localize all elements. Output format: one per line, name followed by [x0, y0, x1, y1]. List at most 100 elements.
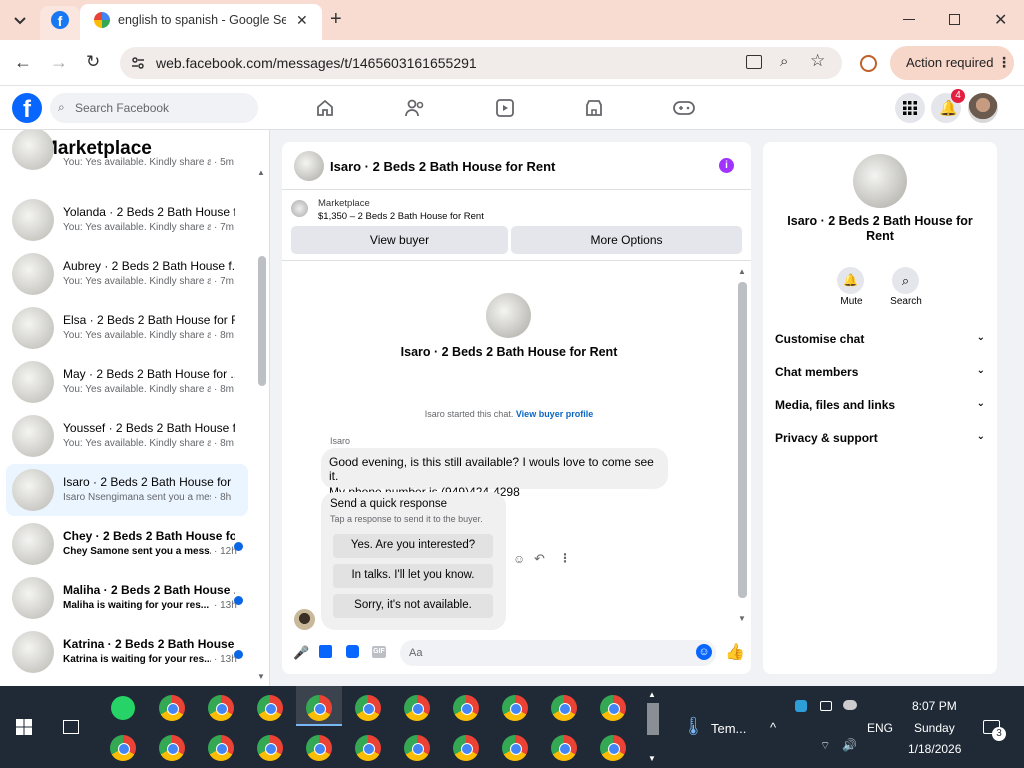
chrome-taskbar-icon[interactable] [551, 695, 577, 721]
view-buyer-profile-link[interactable]: View buyer profile [516, 409, 593, 419]
chrome-taskbar-icon[interactable] [355, 695, 381, 721]
chat-title[interactable]: Isaro · 2 Beds 2 Bath House for Rent [330, 159, 555, 174]
site-settings-icon[interactable] [130, 55, 146, 71]
conversation-item[interactable]: Youssef · 2 Beds 2 Bath House f... You: Y… [6, 410, 248, 462]
reply-icon[interactable]: ↶ [534, 551, 545, 567]
view-buyer-button[interactable]: View buyer [291, 226, 508, 254]
clock-day[interactable]: Sunday [914, 721, 955, 735]
tray-app-icon[interactable] [795, 700, 807, 712]
profile-icon[interactable] [860, 55, 877, 72]
details-section-row[interactable]: Chat members ⌄ [775, 365, 985, 379]
conversation-item[interactable]: Katrina · 2 Beds 2 Bath House... Katrina … [6, 626, 248, 678]
weather-text[interactable]: Tem... [711, 721, 746, 736]
quick-response-button[interactable]: Sorry, it's not available. [333, 594, 493, 618]
menu-grid-button[interactable] [895, 93, 925, 123]
conversation-item[interactable]: Aubrey · 2 Beds 2 Bath House f... You: Ye… [6, 248, 248, 300]
chrome-taskbar-icon[interactable] [208, 735, 234, 761]
browser-menu-icon[interactable]: ⋮ [997, 54, 1011, 71]
details-section-row[interactable]: Privacy & support ⌄ [775, 431, 985, 445]
friends-icon[interactable] [404, 98, 426, 118]
chrome-taskbar-icon[interactable] [257, 735, 283, 761]
chrome-taskbar-icon[interactable] [159, 735, 185, 761]
tab-list-chevron-icon[interactable] [12, 12, 28, 28]
task-view-icon[interactable] [63, 720, 79, 734]
scroll-up-icon[interactable]: ▲ [257, 168, 265, 177]
close-window-icon[interactable]: ✕ [994, 10, 1007, 30]
reload-icon[interactable]: ↻ [86, 52, 100, 72]
facebook-logo[interactable]: f [12, 93, 42, 123]
message-input[interactable]: Aa [400, 640, 716, 666]
conversation-item[interactable]: Chey · 2 Beds 2 Bath House fo... Chey Sam… [6, 518, 248, 570]
chrome-taskbar-icon[interactable] [502, 735, 528, 761]
like-icon[interactable]: 👍 [725, 642, 745, 662]
conversation-item[interactable]: Isaro · 2 Beds 2 Bath House for ... Isaro… [6, 464, 248, 516]
clock-time[interactable]: 8:07 PM [912, 699, 957, 713]
photo-icon[interactable] [319, 645, 332, 658]
conversation-item[interactable]: May · 2 Beds 2 Bath House for ... You: Ye… [6, 356, 248, 408]
home-icon[interactable] [315, 98, 335, 118]
chrome-taskbar-icon[interactable] [404, 695, 430, 721]
taskbar-scroll-down-icon[interactable]: ▼ [648, 754, 656, 763]
listing-info[interactable]: $1,350 – 2 Beds 2 Bath House for Rent [318, 211, 484, 222]
install-app-icon[interactable] [746, 55, 762, 69]
quick-response-button[interactable]: In talks. I'll let you know. [333, 564, 493, 588]
chrome-taskbar-icon[interactable] [257, 695, 283, 721]
chat-scrollbar[interactable] [738, 282, 747, 598]
chrome-taskbar-icon[interactable] [453, 695, 479, 721]
gaming-icon[interactable] [673, 99, 695, 117]
action-required-button[interactable]: Action required [890, 46, 1014, 80]
chrome-taskbar-icon[interactable] [404, 735, 430, 761]
scrollbar[interactable] [258, 256, 266, 386]
chrome-taskbar-icon[interactable] [600, 695, 626, 721]
react-icon[interactable]: ☺ [513, 552, 525, 566]
close-tab-icon[interactable]: ✕ [296, 12, 308, 29]
forward-icon[interactable]: → [50, 52, 68, 73]
meet-now-icon[interactable] [820, 701, 832, 711]
chrome-taskbar-icon[interactable] [208, 695, 234, 721]
weather-icon[interactable]: 🌡 [682, 716, 705, 737]
chat-avatar[interactable] [294, 151, 324, 181]
quick-response-button[interactable]: Yes. Are you interested? [333, 534, 493, 558]
more-options-button[interactable]: More Options [511, 226, 742, 254]
cloud-icon[interactable] [843, 700, 857, 710]
chrome-taskbar-icon[interactable] [502, 695, 528, 721]
chrome-taskbar-icon[interactable] [551, 735, 577, 761]
chrome-taskbar-icon[interactable] [110, 735, 136, 761]
back-icon[interactable]: ← [14, 52, 32, 73]
conversation-item[interactable]: Elsa · 2 Beds 2 Bath House for R... You: … [6, 302, 248, 354]
details-section-row[interactable]: Media, files and links ⌄ [775, 398, 985, 412]
search-chat-button[interactable]: ⌕ [892, 267, 919, 294]
info-icon[interactable]: i [719, 158, 734, 173]
chrome-taskbar-icon[interactable] [306, 735, 332, 761]
taskbar-scrollbar[interactable] [647, 703, 659, 735]
bookmark-star-icon[interactable]: ☆ [810, 51, 825, 71]
taskbar-scroll-up-icon[interactable]: ▲ [648, 690, 656, 699]
clock-date[interactable]: 1/18/2026 [908, 742, 961, 756]
facebook-tab-icon[interactable]: f [40, 6, 80, 40]
gif-icon[interactable]: GIF [372, 646, 386, 658]
watch-icon[interactable] [495, 98, 515, 118]
details-section-row[interactable]: Customise chat ⌄ [775, 332, 985, 346]
whatsapp-icon[interactable] [111, 696, 135, 720]
chrome-taskbar-icon[interactable] [600, 735, 626, 761]
sticker-icon[interactable] [346, 645, 359, 658]
more-icon[interactable]: ⋮ [559, 551, 571, 565]
conversation-item[interactable]: Maliha · 2 Beds 2 Bath House ... Maliha i… [6, 572, 248, 624]
hidden-icons-chevron-icon[interactable]: ^ [770, 720, 776, 735]
conversation-item[interactable]: You: Yes available. Kindly share a c...·… [6, 130, 248, 176]
language-indicator[interactable]: ENG [867, 721, 893, 735]
chrome-taskbar-icon[interactable] [355, 735, 381, 761]
message-bubble[interactable]: Good evening, is this still available? I… [321, 448, 668, 499]
chrome-taskbar-icon[interactable] [159, 695, 185, 721]
chat-scroll-up-icon[interactable]: ▲ [738, 267, 746, 276]
minimize-icon[interactable] [903, 19, 915, 20]
marketplace-icon[interactable] [584, 98, 604, 118]
zoom-icon[interactable]: ⌕ [780, 53, 788, 70]
emoji-icon[interactable]: ☺ [696, 644, 712, 660]
mute-button[interactable]: 🔔 [837, 267, 864, 294]
chrome-taskbar-icon[interactable] [453, 735, 479, 761]
wifi-icon[interactable]: ⌔ [820, 739, 830, 753]
start-windows-icon[interactable] [16, 719, 32, 735]
scroll-down-icon[interactable]: ▼ [257, 672, 265, 681]
chrome-taskbar-icon[interactable] [306, 695, 332, 721]
